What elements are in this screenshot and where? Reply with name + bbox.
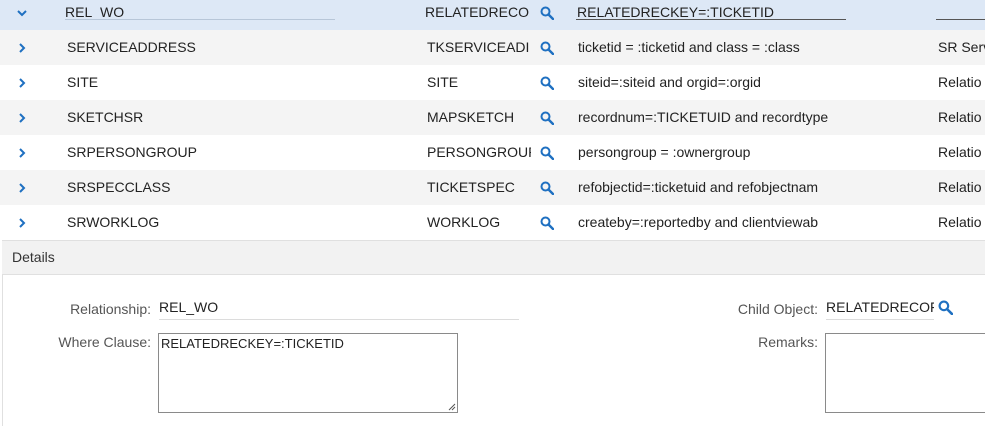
magnifier-icon[interactable]: [537, 65, 557, 100]
child-object-field[interactable]: RELATEDRECOF: [826, 299, 934, 320]
details-section: Relationship: REL_WO Where Clause: RELAT…: [2, 275, 985, 426]
remarks: Relatio: [938, 144, 982, 160]
relationship-name: SERVICEADDRESS: [67, 39, 196, 55]
magnifier-icon[interactable]: [537, 100, 557, 135]
magnifier-icon[interactable]: [537, 205, 557, 240]
relationship-name-field[interactable]: REL_WO: [65, 0, 365, 30]
remarks: Relatio: [938, 74, 982, 90]
relationship-name: SITE: [67, 74, 99, 90]
magnifier-icon[interactable]: [537, 0, 557, 30]
chevron-right-icon[interactable]: [14, 170, 30, 205]
resize-grip-icon[interactable]: [447, 402, 456, 411]
details-title: Details: [12, 249, 55, 265]
remarks-field-underline: [936, 19, 985, 20]
child-object: MAPSKETCH: [427, 109, 515, 125]
remarks-field[interactable]: [938, 0, 985, 30]
magnifier-icon[interactable]: [938, 300, 954, 316]
chevron-right-icon[interactable]: [14, 30, 30, 65]
relationship-name: SRSPECCLASS: [67, 179, 171, 195]
child-object: WORKLOG: [427, 214, 501, 230]
table-row[interactable]: SRWORKLOG WORKLOG createby=:reportedby a…: [0, 205, 985, 240]
relationship-field[interactable]: REL_WO: [159, 299, 519, 320]
magnifier-icon[interactable]: [537, 135, 557, 170]
details-section-header[interactable]: Details: [2, 240, 985, 275]
where-field-underline: [576, 19, 846, 20]
table-row[interactable]: SITE SITE siteid=:siteid and orgid=:orgi…: [0, 65, 985, 100]
where-clause: refobjectid=:ticketuid and refobjectnam: [578, 179, 819, 195]
where-clause: persongroup = :ownergroup: [578, 144, 751, 160]
where-clause: createby=:reportedby and clientviewab: [578, 214, 819, 230]
remarks-textarea[interactable]: [825, 333, 985, 413]
table-row[interactable]: REL_WO RELATEDRECOF RELATEDRECKEY=:TICKE…: [0, 0, 985, 30]
relationship-name: SKETCHSR: [67, 109, 144, 125]
table-row[interactable]: SRPERSONGROUP PERSONGROUP persongroup = …: [0, 135, 985, 170]
chevron-right-icon[interactable]: [14, 205, 30, 240]
name-field-underline: [65, 19, 335, 20]
table-row[interactable]: SKETCHSR MAPSKETCH recordnum=:TICKETUID …: [0, 100, 985, 135]
child-object-label: Child Object:: [737, 301, 818, 317]
where-clause-text: RELATEDRECKEY=:TICKETID: [161, 336, 344, 351]
where-clause-label: Where Clause:: [58, 334, 151, 350]
chevron-down-icon[interactable]: [14, 0, 30, 30]
relationships-panel: REL_WO RELATEDRECOF RELATEDRECKEY=:TICKE…: [0, 0, 985, 426]
remarks: SR Serv: [938, 39, 985, 55]
where-clause: recordnum=:TICKETUID and recordtype: [578, 109, 829, 125]
where-clause-textarea[interactable]: RELATEDRECKEY=:TICKETID: [158, 333, 458, 413]
magnifier-icon[interactable]: [537, 170, 557, 205]
child-object-field[interactable]: RELATEDRECOF: [425, 0, 529, 30]
chevron-right-icon[interactable]: [14, 65, 30, 100]
where-clause: siteid=:siteid and orgid=:orgid: [578, 74, 761, 90]
child-object: PERSONGROUP: [427, 144, 531, 160]
remarks: Relatio: [938, 109, 982, 125]
child-object: TKSERVICEADI: [427, 39, 530, 55]
relationship-name: SRWORKLOG: [67, 214, 160, 230]
remarks: Relatio: [938, 214, 982, 230]
magnifier-icon[interactable]: [537, 30, 557, 65]
child-object: SITE: [427, 74, 459, 90]
chevron-right-icon[interactable]: [14, 100, 30, 135]
remarks: Relatio: [938, 179, 982, 195]
where-clause: ticketid = :ticketid and class = :class: [578, 39, 800, 55]
remarks-label: Remarks:: [758, 334, 818, 350]
child-object: TICKETSPEC: [427, 179, 515, 195]
relationship-name: SRPERSONGROUP: [67, 144, 197, 160]
table-row[interactable]: SRSPECCLASS TICKETSPEC refobjectid=:tick…: [0, 170, 985, 205]
chevron-right-icon[interactable]: [14, 135, 30, 170]
table-row[interactable]: SERVICEADDRESS TKSERVICEADI ticketid = :…: [0, 30, 985, 65]
relationship-label: Relationship:: [70, 301, 151, 317]
where-clause-field[interactable]: RELATEDRECKEY=:TICKETID: [577, 0, 842, 30]
